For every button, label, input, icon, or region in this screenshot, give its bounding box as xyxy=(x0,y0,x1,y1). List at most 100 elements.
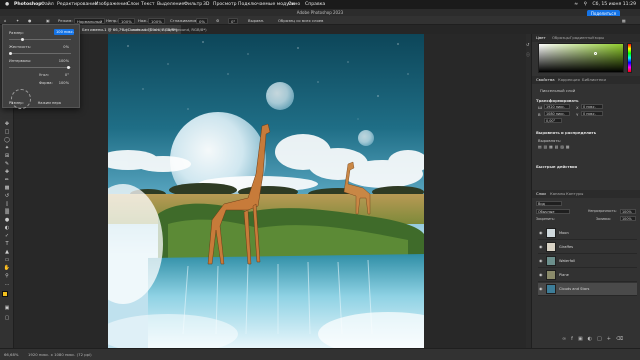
layer-row[interactable]: ◉ Waterfall xyxy=(538,255,637,268)
tab-document-2[interactable]: Без имени-1 @ 100% (Background, RGB/8*) xyxy=(118,25,211,34)
tab-adjustments[interactable]: Коррекция xyxy=(558,76,580,84)
path-select-tool-icon[interactable]: ▲ xyxy=(3,249,11,255)
history-brush-tool-icon[interactable]: ↺ xyxy=(3,193,11,199)
more-tools-icon[interactable]: … xyxy=(3,281,11,287)
eye-icon[interactable]: ◉ xyxy=(539,231,544,235)
history-icon[interactable]: ↺ xyxy=(526,42,529,47)
menu-edit[interactable]: Редактирование xyxy=(57,0,97,9)
eraser-tool-icon[interactable]: ▯ xyxy=(3,201,11,207)
spacing-knob[interactable] xyxy=(67,66,70,69)
menu-select[interactable]: Выделение xyxy=(157,0,184,9)
quick-actions-header[interactable]: Быстрые действия xyxy=(536,164,577,169)
apple-icon[interactable]: ● xyxy=(5,0,9,9)
aligned-checkbox[interactable]: Выравн. xyxy=(248,16,264,24)
zoom-tool-icon[interactable]: ⚲ xyxy=(3,273,11,279)
hue-slider[interactable] xyxy=(627,43,632,73)
tab-paths[interactable]: Контуры xyxy=(566,190,583,198)
brush-angle-dial[interactable] xyxy=(11,89,31,109)
screen-mode-icon[interactable]: ▢ xyxy=(3,315,11,321)
menu-plugins[interactable]: Подключаемые модули xyxy=(238,0,295,9)
hardness-slider[interactable] xyxy=(9,52,71,55)
pen-tool-icon[interactable]: ✓ xyxy=(3,233,11,239)
height-field[interactable]: 1080 пикс. xyxy=(544,111,570,116)
group-icon[interactable]: □ xyxy=(597,336,607,342)
layer-row[interactable]: ◉ Moon xyxy=(538,227,637,240)
spacing-slider[interactable] xyxy=(9,66,71,69)
marquee-tool-icon[interactable]: □ xyxy=(3,129,11,135)
menu-layers[interactable]: Слои xyxy=(127,0,139,9)
align-header[interactable]: Выровнять и распределить xyxy=(536,130,596,135)
layer-name[interactable]: Giraffes xyxy=(559,241,573,254)
layer-name[interactable]: Moon xyxy=(559,227,569,240)
clone-stamp-tool-icon[interactable]: ▩ xyxy=(3,185,11,191)
fill-field[interactable]: 100% xyxy=(620,216,636,221)
menu-type[interactable]: Текст xyxy=(141,0,155,9)
rotation-field[interactable]: 0,00° xyxy=(544,118,562,123)
menu-help[interactable]: Справка xyxy=(305,0,325,9)
quick-mask-icon[interactable]: ▣ xyxy=(3,305,11,311)
info-icon[interactable]: ⓘ xyxy=(526,52,530,58)
brush-size-field[interactable]: 100 пикс. xyxy=(54,29,74,35)
roundness-value[interactable]: 100% xyxy=(59,81,69,85)
gradient-tool-icon[interactable]: ▒ xyxy=(3,209,11,215)
align-buttons-icon[interactable]: ▤▥▦▧▨▩ xyxy=(538,144,572,149)
transform-header[interactable]: Трансформировать xyxy=(536,98,579,103)
adjustment-icon[interactable]: ◐ xyxy=(588,336,597,342)
document-size[interactable]: 1920 пикс. х 1080 пикс. (72 ppi) xyxy=(28,349,92,360)
magic-wand-tool-icon[interactable]: ✦ xyxy=(3,145,11,151)
layer-name[interactable]: Plane xyxy=(559,269,569,282)
foreground-color-swatch[interactable] xyxy=(2,291,8,297)
tab-layers[interactable]: Слои xyxy=(536,190,546,198)
type-tool-icon[interactable]: T xyxy=(3,241,11,247)
tab-properties[interactable]: Свойства xyxy=(536,76,555,84)
healing-tool-icon[interactable]: ✚ xyxy=(3,169,11,175)
shape-tool-icon[interactable]: ▭ xyxy=(3,257,11,263)
angle-value[interactable]: 0° xyxy=(65,73,69,77)
brush-size-slider[interactable] xyxy=(9,38,71,41)
menu-view[interactable]: Просмотр xyxy=(213,0,237,9)
menu-clock[interactable]: Сб, 15 июня 11:29 xyxy=(592,2,636,7)
lasso-tool-icon[interactable]: ◯ xyxy=(3,137,11,143)
new-layer-icon[interactable]: + xyxy=(607,336,616,342)
menu-file[interactable]: Файл xyxy=(41,0,54,9)
settings-gear-icon[interactable]: ⚙ xyxy=(216,16,219,24)
layer-filter-select[interactable]: Вид xyxy=(536,201,562,206)
brush-size-knob[interactable] xyxy=(21,38,24,41)
menu-image[interactable]: Изображение xyxy=(95,0,128,9)
document-canvas[interactable] xyxy=(108,34,424,348)
panel-toggle-icon[interactable]: ▦ xyxy=(622,16,626,24)
layer-row[interactable]: ◉ Giraffes xyxy=(538,241,637,254)
tab-patterns[interactable]: Узоры xyxy=(592,34,604,42)
mask-icon[interactable]: ▣ xyxy=(578,336,588,342)
eyedropper-tool-icon[interactable]: ✎ xyxy=(3,161,11,167)
fx-icon[interactable]: f xyxy=(571,336,578,342)
flow-field[interactable]: 100% xyxy=(148,17,165,24)
layer-row[interactable]: ◉ Clouds and Stars xyxy=(538,283,637,296)
eye-icon[interactable]: ◉ xyxy=(539,287,544,291)
eye-icon[interactable]: ◉ xyxy=(539,245,544,249)
mode-select[interactable]: Нормальный xyxy=(74,17,106,24)
layer-name[interactable]: Clouds and Stars xyxy=(559,283,589,296)
trash-icon[interactable]: ⌫ xyxy=(616,336,628,342)
eye-icon[interactable]: ◉ xyxy=(539,259,544,263)
width-field[interactable]: 1920 пикс. xyxy=(544,104,570,109)
eye-icon[interactable]: ◉ xyxy=(539,273,544,277)
tab-channels[interactable]: Каналы xyxy=(550,190,565,198)
menu-window[interactable]: Окно xyxy=(288,0,300,9)
layer-name[interactable]: Waterfall xyxy=(559,255,575,268)
menu-3d[interactable]: 3D xyxy=(203,0,209,9)
angle-field[interactable]: 0° xyxy=(228,17,239,24)
menu-filter[interactable]: Фильтр xyxy=(184,0,202,9)
zoom-level[interactable]: 66,68% xyxy=(4,349,18,360)
layer-row[interactable]: ◉ Plane xyxy=(538,269,637,282)
blur-tool-icon[interactable]: ● xyxy=(3,217,11,223)
smoothing-field[interactable]: 0% xyxy=(196,17,209,24)
dodge-tool-icon[interactable]: ◐ xyxy=(3,225,11,231)
spacing-value[interactable]: 100% xyxy=(59,59,69,63)
tab-color[interactable]: Цвет xyxy=(536,34,546,42)
brush-tool-icon[interactable]: ✏ xyxy=(3,177,11,183)
wifi-icon[interactable]: ≈ xyxy=(574,2,578,7)
link-layers-icon[interactable]: ∞ xyxy=(562,336,571,342)
hand-tool-icon[interactable]: ✋ xyxy=(3,265,11,271)
layer-opacity-field[interactable]: 100% xyxy=(620,209,636,214)
